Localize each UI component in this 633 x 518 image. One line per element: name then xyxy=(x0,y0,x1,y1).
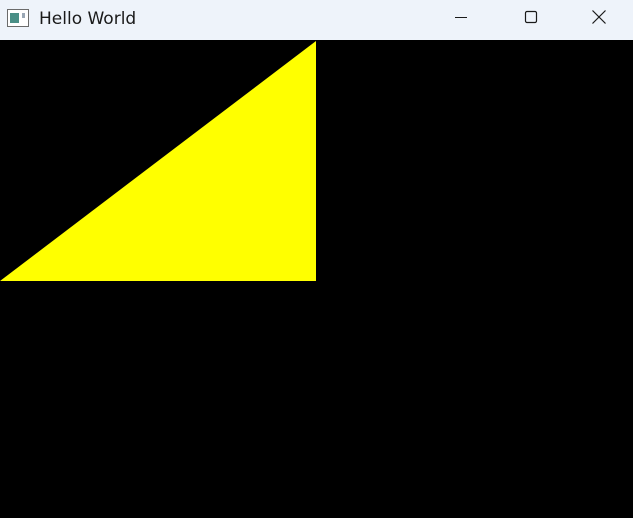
minimize-icon xyxy=(453,9,469,29)
render-canvas[interactable] xyxy=(0,40,633,518)
app-icon xyxy=(7,9,29,27)
close-button[interactable] xyxy=(564,0,633,38)
yellow-triangle xyxy=(0,41,316,281)
window-title: Hello World xyxy=(39,9,137,29)
minimize-button[interactable] xyxy=(426,0,496,38)
maximize-button[interactable] xyxy=(496,0,566,38)
title-bar[interactable]: Hello World xyxy=(0,0,633,40)
app-window: Hello World xyxy=(0,0,633,518)
close-icon xyxy=(591,9,607,29)
canvas-svg xyxy=(0,41,316,281)
maximize-icon xyxy=(523,9,539,29)
